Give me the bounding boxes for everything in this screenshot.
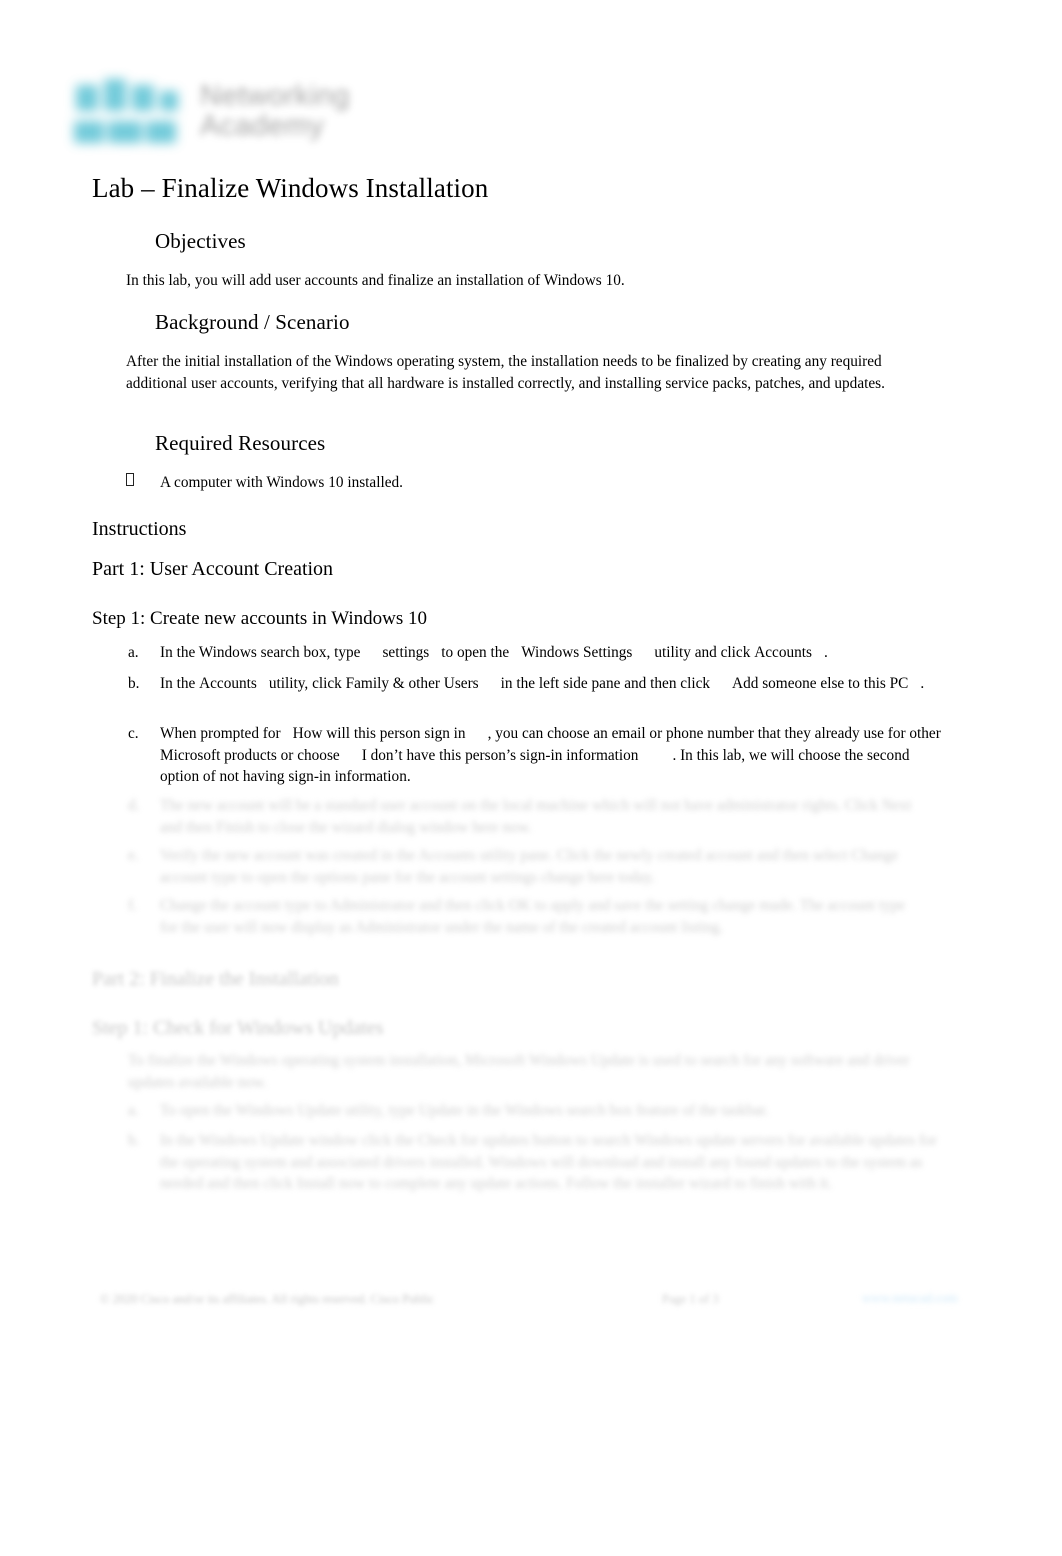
footer-copyright: © 2020 Cisco and/or its affiliates. All … [100, 1292, 435, 1306]
list-item: A computer with Windows 10 installed. [126, 472, 403, 494]
page-footer: © 2020 Cisco and/or its affiliates. All … [92, 1290, 972, 1326]
run-bold: Accounts [199, 675, 257, 692]
heading-part-1: Part 1: User Account Creation [92, 558, 334, 580]
heading-part-1-step-1: Step 1: Create new accounts in Windows 1… [92, 608, 428, 629]
footer-url[interactable]: www.netacad.com [862, 1290, 958, 1306]
run-text: in the left side pane and then click [500, 675, 711, 692]
list-item: a. In the Windows search box, type settin… [128, 642, 958, 664]
run-text: utility and click [654, 644, 751, 661]
list-item-a-text: In the Windows search box, type settings t… [160, 642, 958, 664]
cisco-bridge-logo-icon [68, 71, 186, 151]
redacted-list-item: f. Change the account type to Administra… [128, 897, 906, 936]
run-text: In the Windows search box, type [160, 644, 361, 661]
run-bold: Windows Settings [521, 644, 633, 661]
run-text: to open the [441, 644, 510, 661]
heading-objectives: Objectives [155, 229, 246, 253]
page-title: Lab – Finalize Windows Installation [92, 173, 489, 203]
footer-page-number: Page 1 of 3 [662, 1292, 719, 1306]
redacted-list-item: d. The new account will be a standard us… [128, 797, 912, 836]
run-text: . [920, 675, 925, 692]
document-page: Networking Academy Lab – Finalize Window… [0, 0, 1062, 1556]
run-bold: I don’t have this person’s sign-in infor… [361, 746, 639, 764]
run-text: utility, click Family & other Users [268, 675, 479, 692]
redacted-paragraph: To finalize the Windows operating system… [128, 1052, 910, 1091]
run-bold: Accounts [754, 644, 812, 661]
run-text: . [823, 644, 828, 661]
required-resource-text: A computer with Windows 10 installed. [160, 474, 403, 491]
list-item: b. In the Accounts utility, click Family … [128, 673, 940, 695]
list-marker: a. [128, 644, 139, 661]
list-item-b-text: In the Accounts utility, click Family & o… [160, 673, 940, 695]
logo-line-1: Networking [200, 79, 351, 112]
run-bold: How will this person sign in [292, 725, 466, 742]
heading-background-scenario: Background / Scenario [155, 310, 350, 334]
list-marker: c. [128, 725, 139, 742]
redacted-list-item: e. Verify the new account was created in… [128, 847, 899, 886]
list-marker: b. [128, 675, 140, 692]
redacted-heading-part-2: Part 2: Finalize the Installation [92, 968, 339, 990]
list-item-c-text: When prompted for How will this person si… [160, 723, 948, 788]
objectives-paragraph: In this lab, you will add user accounts … [126, 272, 625, 289]
redacted-heading-part-2-step-1: Step 1: Check for Windows Updates [92, 1017, 384, 1039]
run-bold: settings [382, 644, 430, 661]
logo-line-2: Academy [200, 110, 325, 142]
run-text: In the [160, 675, 196, 692]
page-header: Networking Academy [68, 66, 488, 156]
redacted-list-item: b. In the Windows Update window click th… [128, 1132, 937, 1192]
run-bold: Add someone else to this PC [732, 675, 909, 692]
networking-academy-wordmark: Networking Academy [200, 79, 351, 142]
redacted-list-item: a. To open the Windows Update utility, t… [128, 1102, 769, 1119]
bullet-glyph-icon [126, 473, 134, 486]
background-paragraph: After the initial installation of the Wi… [126, 353, 885, 392]
heading-required-resources: Required Resources [155, 431, 326, 455]
list-item: c. When prompted for How will this person… [128, 723, 948, 788]
run-text: When prompted for [160, 725, 281, 742]
heading-instructions: Instructions [92, 518, 187, 540]
